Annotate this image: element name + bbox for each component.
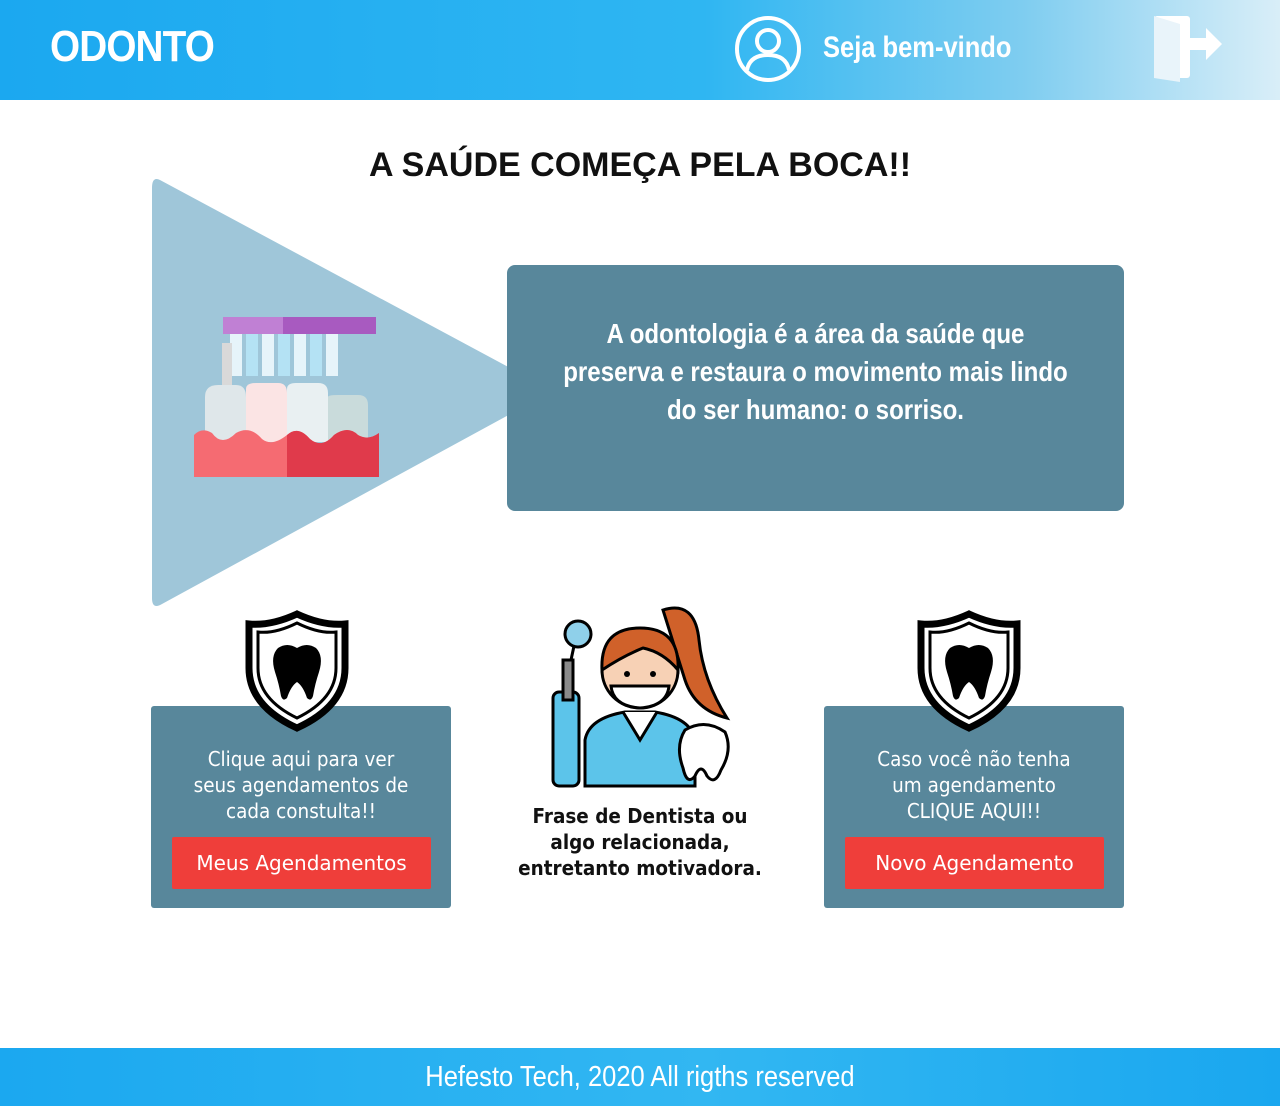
my-appointments-button[interactable]: Meus Agendamentos xyxy=(172,837,431,889)
dentist-quote: Frase de Dentista ou algo relacionada, e… xyxy=(493,803,787,881)
info-line: A odontologia é a área da saúde que xyxy=(606,318,1025,349)
new-appointment-card: Caso você não tenha um agendamento CLIQU… xyxy=(824,706,1124,908)
teeth-toothbrush-illustration xyxy=(194,317,379,477)
logout-icon[interactable] xyxy=(1150,12,1224,82)
user-icon[interactable] xyxy=(734,15,802,83)
card-line: Clique aqui para ver xyxy=(207,747,395,771)
header-bar: ODONTO Seja bem-vindo xyxy=(0,0,1280,100)
new-appointment-button[interactable]: Novo Agendamento xyxy=(845,837,1104,889)
appointments-card: Clique aqui para ver seus agendamentos d… xyxy=(151,706,451,908)
new-appointment-card-text: Caso você não tenha um agendamento CLIQU… xyxy=(836,746,1112,824)
info-box: A odontologia é a área da saúde que pres… xyxy=(507,265,1124,511)
brand-logo[interactable]: ODONTO xyxy=(50,22,215,72)
info-line: do ser humano: o sorriso. xyxy=(666,394,965,425)
card-line: seus agendamentos de xyxy=(193,773,409,797)
card-line: CLIQUE AQUI!! xyxy=(906,799,1042,823)
card-line: um agendamento xyxy=(892,773,1056,797)
info-text: A odontologia é a área da saúde que pres… xyxy=(550,315,1081,429)
appointments-card-text: Clique aqui para ver seus agendamentos d… xyxy=(163,746,439,824)
info-line: preserva e restaura o movimento mais lin… xyxy=(563,356,1068,387)
tooth-shield-icon xyxy=(917,610,1021,732)
footer-text: Hefesto Tech, 2020 All rigths reserved xyxy=(425,1060,855,1093)
tooth-shield-icon xyxy=(245,610,349,732)
quote-line: Frase de Dentista ou xyxy=(532,804,748,828)
card-line: cada constulta!! xyxy=(225,799,377,823)
quote-line: entretanto motivadora. xyxy=(518,856,762,880)
card-line: Caso você não tenha xyxy=(877,747,1071,771)
footer-bar: Hefesto Tech, 2020 All rigths reserved xyxy=(0,1048,1280,1106)
quote-line: algo relacionada, xyxy=(550,830,730,854)
dentist-illustration xyxy=(551,606,731,788)
welcome-text: Seja bem-vindo xyxy=(823,31,1012,64)
